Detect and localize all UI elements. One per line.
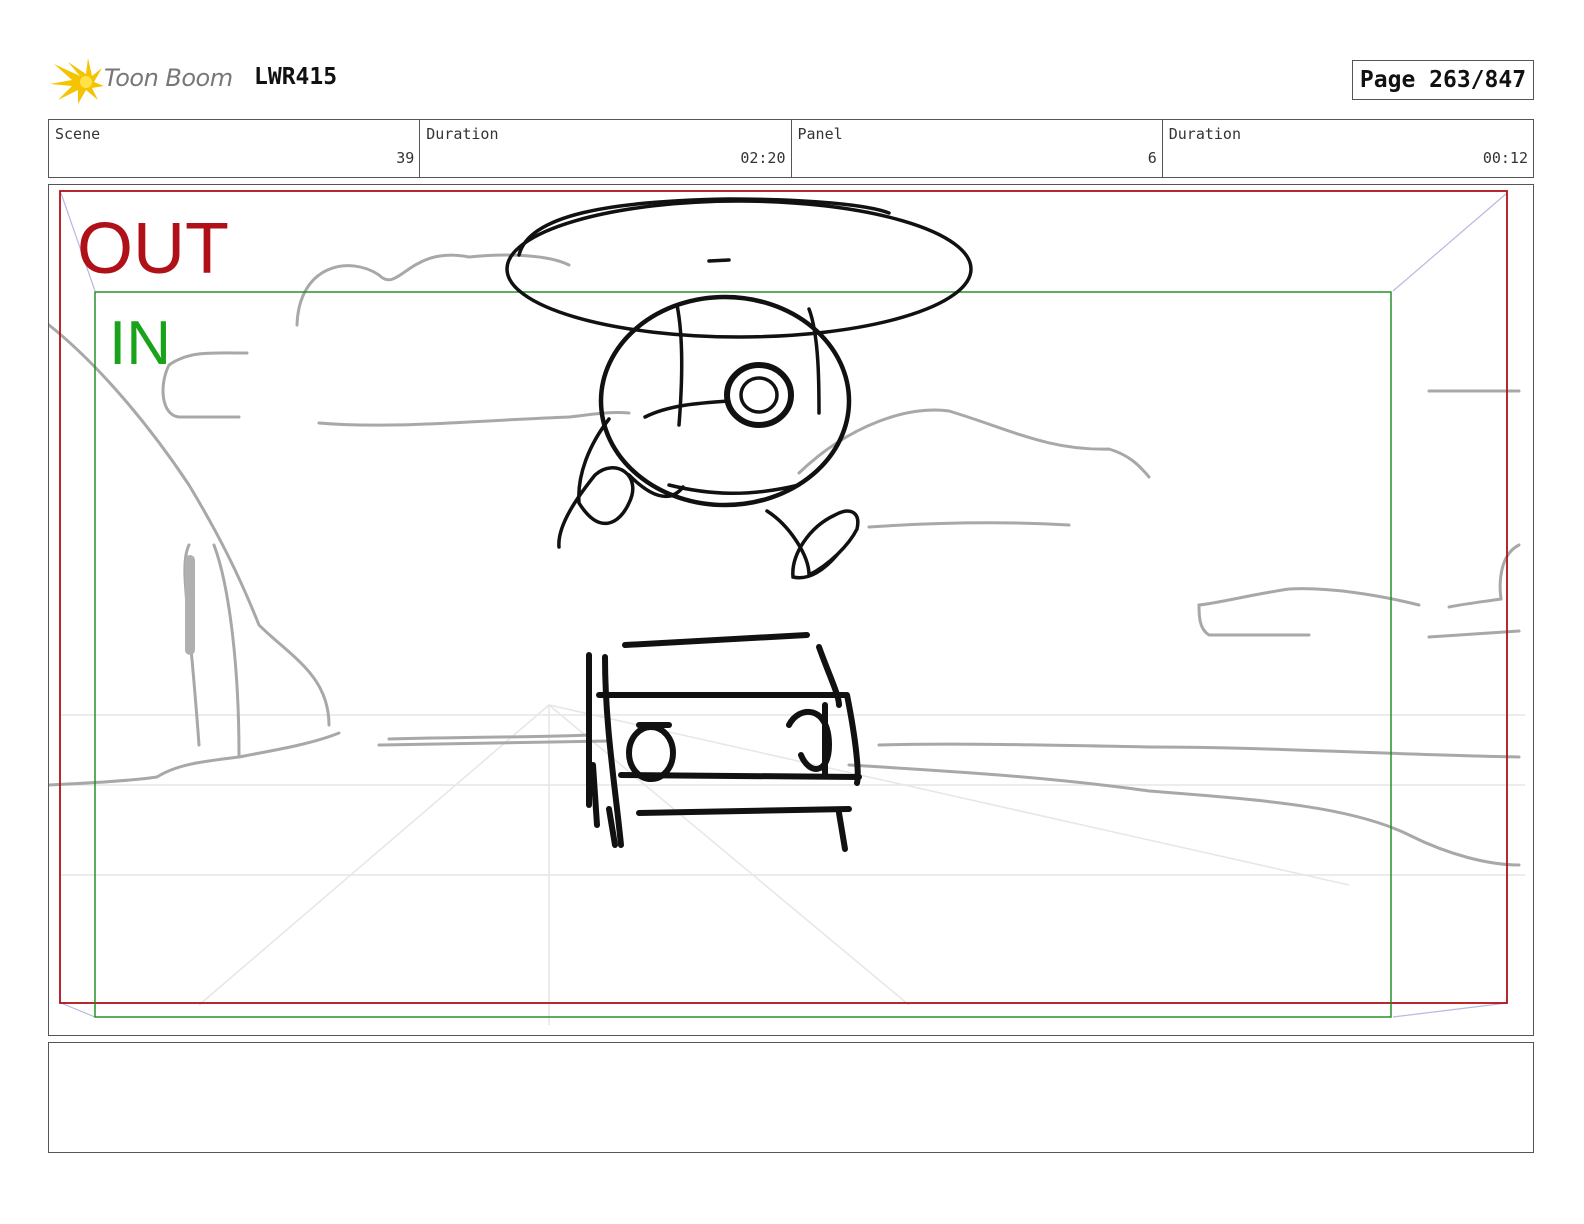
panel-duration-value: 00:12 bbox=[1482, 149, 1528, 167]
out-frame bbox=[59, 190, 1508, 1004]
panel-value: 6 bbox=[1147, 149, 1157, 167]
notes-box[interactable] bbox=[48, 1042, 1534, 1153]
scene-cell: Scene 39 bbox=[49, 120, 421, 177]
perspective-guides bbox=[59, 704, 1525, 1025]
panel-sketch bbox=[49, 190, 1525, 1025]
out-label: OUT bbox=[77, 209, 229, 289]
info-table: Scene 39 Duration 02:20 Panel 6 Duration… bbox=[48, 119, 1534, 178]
logo-wordmark: Toon Boom bbox=[104, 64, 233, 92]
panel-duration-label: Duration bbox=[1168, 125, 1241, 143]
scene-label: Scene bbox=[55, 125, 101, 143]
storyboard-panel: OUT IN bbox=[48, 184, 1534, 1036]
scene-duration-label: Duration bbox=[426, 125, 499, 143]
scene-duration-value: 02:20 bbox=[740, 149, 786, 167]
panel-label: Panel bbox=[797, 125, 843, 143]
page-indicator: Page 263/847 bbox=[1352, 60, 1534, 100]
project-code: LWR415 bbox=[254, 64, 338, 90]
scene-value: 39 bbox=[396, 149, 415, 167]
in-label: IN bbox=[109, 309, 171, 378]
cliff-shadow bbox=[185, 555, 195, 655]
scene-duration-cell: Duration 02:20 bbox=[420, 120, 792, 177]
character-sketch bbox=[505, 197, 973, 580]
car-sketch bbox=[586, 632, 862, 852]
panel-duration-cell: Duration 00:12 bbox=[1163, 120, 1533, 177]
corner-guides bbox=[60, 192, 1508, 1018]
panel-cell: Panel 6 bbox=[792, 120, 1163, 177]
